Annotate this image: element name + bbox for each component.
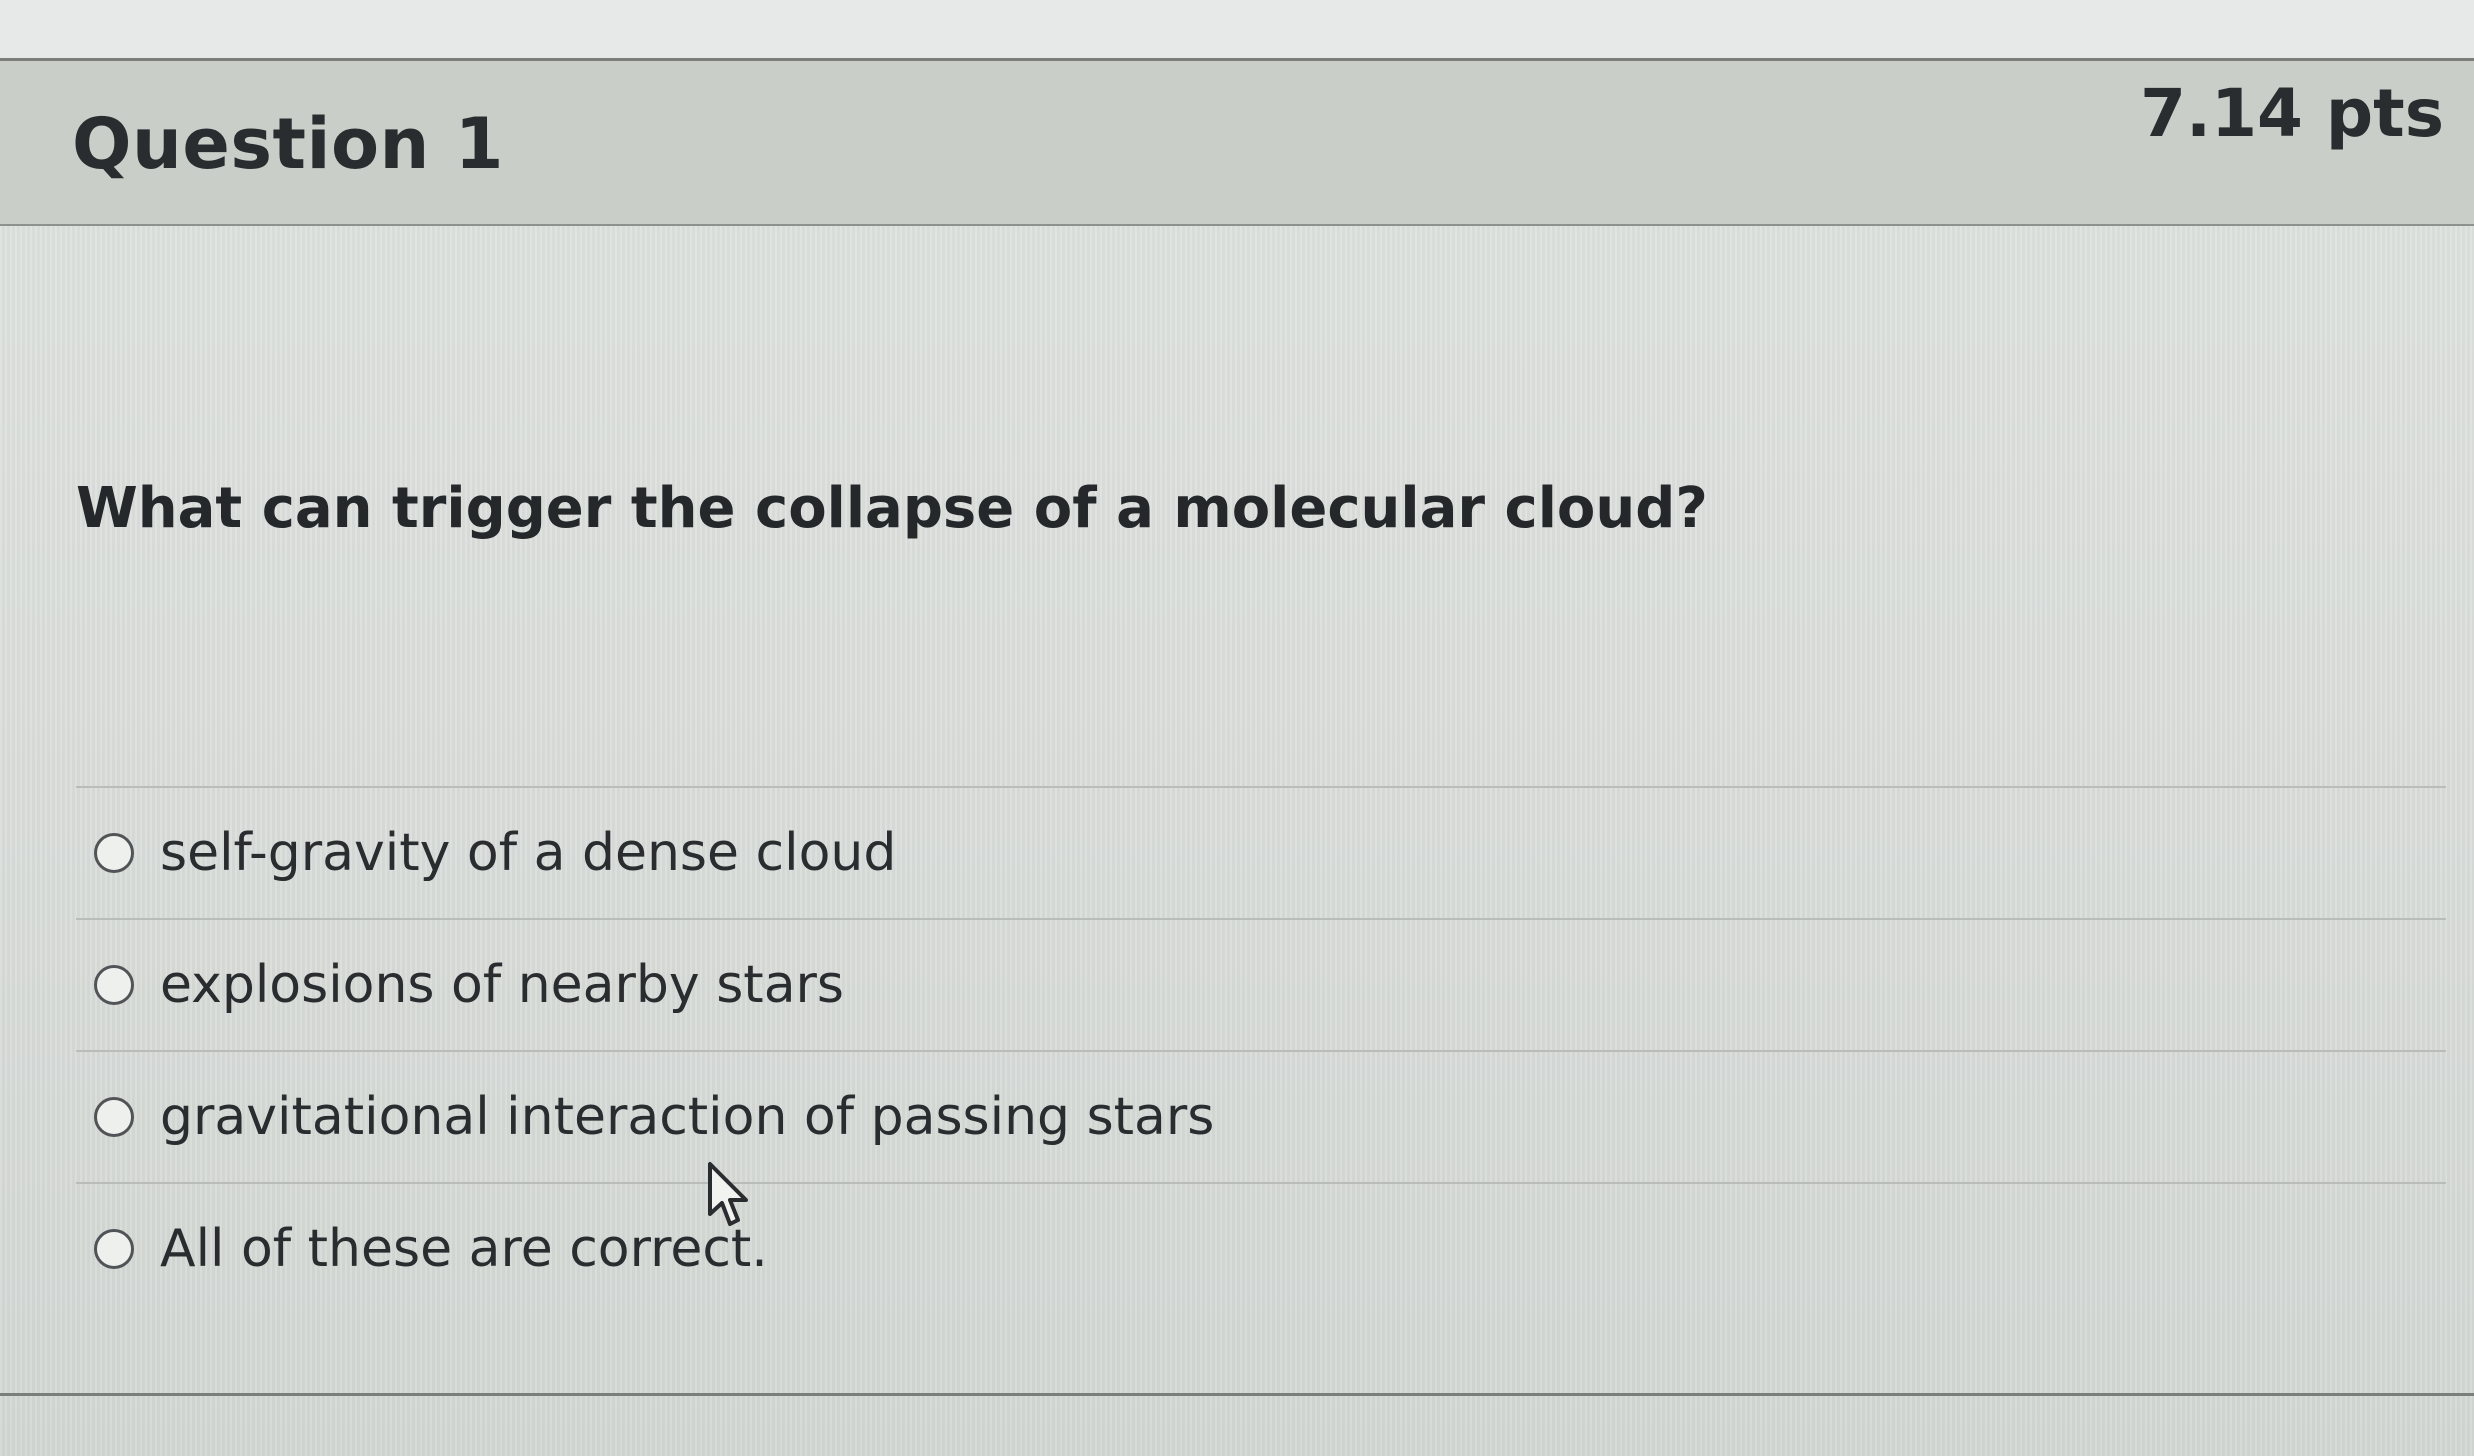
radio-button-icon[interactable] [94, 965, 134, 1005]
answer-option[interactable]: gravitational interaction of passing sta… [76, 1052, 2446, 1184]
question-header: Question 1 7.14 pts [0, 61, 2474, 226]
page-top-strip [0, 0, 2474, 58]
answer-list: self-gravity of a dense cloud explosions… [76, 786, 2446, 1314]
question-title: Question 1 [72, 103, 504, 185]
question-card: Question 1 7.14 pts What can trigger the… [0, 58, 2474, 1396]
answer-option[interactable]: self-gravity of a dense cloud [76, 788, 2446, 920]
question-body: What can trigger the collapse of a molec… [0, 226, 2474, 1396]
answer-label[interactable]: self-gravity of a dense cloud [160, 823, 896, 883]
radio-button-icon[interactable] [94, 1097, 134, 1137]
question-text: What can trigger the collapse of a molec… [76, 476, 1708, 541]
answer-label[interactable]: gravitational interaction of passing sta… [160, 1087, 1214, 1147]
question-points: 7.14 pts [2140, 75, 2444, 152]
mouse-pointer-icon [708, 1162, 748, 1226]
answer-option[interactable]: explosions of nearby stars [76, 920, 2446, 1052]
answer-label[interactable]: All of these are correct. [160, 1219, 768, 1279]
quiz-page: Question 1 7.14 pts What can trigger the… [0, 0, 2474, 1456]
answer-label[interactable]: explosions of nearby stars [160, 955, 844, 1015]
radio-button-icon[interactable] [94, 833, 134, 873]
answer-option[interactable]: All of these are correct. [76, 1184, 2446, 1314]
radio-button-icon[interactable] [94, 1229, 134, 1269]
